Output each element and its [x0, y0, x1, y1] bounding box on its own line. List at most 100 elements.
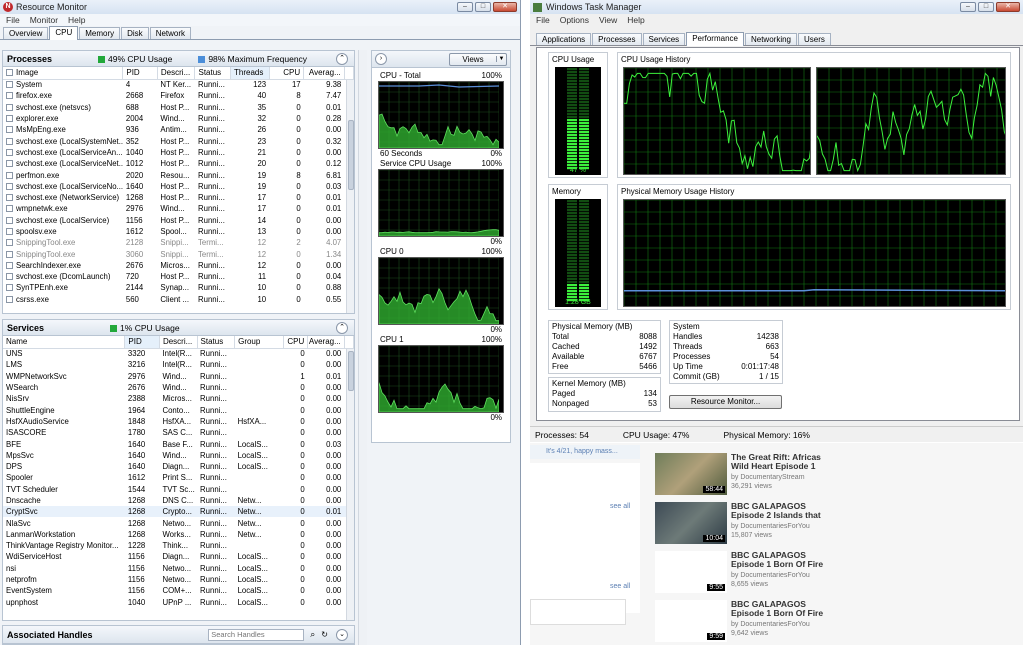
menu-view[interactable]: View: [599, 15, 617, 25]
table-row[interactable]: svchost.exe (LocalService) 1156 Host P... R…: [3, 215, 354, 226]
table-row[interactable]: explorer.exe 2004 Wind... Runni... 32 0 0.28: [3, 113, 354, 124]
table-row[interactable]: spoolsv.exe 1612 Spool... Runni... 13 0 0.00: [3, 226, 354, 237]
video-item[interactable]: 58:44 The Great Rift: Africas Wild Heart…: [655, 453, 825, 497]
table-row[interactable]: TVT Scheduler 1544 TVT Sc... Runni... 0 0.00: [3, 484, 354, 495]
close-button[interactable]: ✕: [996, 2, 1020, 12]
tab-performance[interactable]: Performance: [686, 32, 744, 46]
tab-cpu[interactable]: CPU: [49, 26, 79, 40]
tab-networking[interactable]: Networking: [744, 33, 797, 45]
checkbox[interactable]: [6, 92, 13, 100]
maximize-button[interactable]: □: [475, 2, 491, 12]
tab-memory[interactable]: Memory: [79, 27, 121, 39]
video-author[interactable]: by DocumentariesForYou: [731, 523, 810, 530]
video-author[interactable]: by DocumentaryStream: [731, 474, 805, 481]
table-row[interactable]: BFE 1640 Base F... Runni... LocalS... 0 0.03: [3, 438, 354, 449]
checkbox[interactable]: [6, 182, 13, 190]
col-cpu[interactable]: CPU: [283, 336, 309, 349]
table-row[interactable]: wmpnetwk.exe 2976 Wind... Runni... 17 0 0.01: [3, 203, 354, 214]
col-description[interactable]: Descri...: [157, 67, 196, 80]
video-author[interactable]: by DocumentariesForYou: [731, 621, 810, 628]
search-handles-input[interactable]: [208, 628, 305, 641]
video-author[interactable]: by DocumentariesForYou: [731, 572, 810, 579]
menu-file[interactable]: File: [6, 15, 20, 25]
checkbox[interactable]: [6, 137, 13, 145]
col-threads[interactable]: Threads: [230, 67, 270, 80]
minimize-button[interactable]: –: [960, 2, 976, 12]
table-row[interactable]: SearchIndexer.exe 2676 Micros... Runni... 12…: [3, 260, 354, 271]
video-title[interactable]: BBC GALAPAGOS Episode 2 Islands that: [731, 502, 831, 520]
table-row[interactable]: svchost.exe (LocalServiceNet... 1012 Host …: [3, 158, 354, 169]
video-title[interactable]: The Great Rift: Africas Wild Heart Episo…: [731, 453, 831, 471]
menu-help[interactable]: Help: [627, 15, 644, 25]
table-row[interactable]: ISASCORE 1780 SAS C... Runni... 0 0.00: [3, 427, 354, 438]
video-thumbnail[interactable]: 10:04: [655, 502, 727, 544]
checkbox[interactable]: [6, 81, 13, 89]
table-row[interactable]: SynTPEnh.exe 2144 Synap... Runni... 10 0 0.88: [3, 282, 354, 293]
table-row[interactable]: SnippingTool.exe 2128 Snippi... Termi... 12 2…: [3, 237, 354, 248]
close-button[interactable]: ✕: [493, 2, 517, 12]
checkbox[interactable]: [6, 103, 13, 111]
table-row[interactable]: svchost.exe (DcomLaunch) 720 Host P... Runn…: [3, 271, 354, 282]
checkbox[interactable]: [6, 194, 13, 202]
col-group[interactable]: Group: [234, 336, 284, 349]
views-button[interactable]: Views ▼: [449, 52, 507, 66]
checkbox[interactable]: [6, 284, 13, 292]
tab-overview[interactable]: Overview: [3, 27, 49, 39]
table-row[interactable]: UNS 3320 Intel(R... Runni... 0 0.00: [3, 348, 354, 359]
table-row[interactable]: ThinkVantage Registry Monitor... 1228 Thin…: [3, 540, 354, 551]
col-image[interactable]: Image: [3, 67, 124, 80]
menu-file[interactable]: File: [536, 15, 550, 25]
col-average-cpu[interactable]: Averag...: [307, 336, 345, 349]
table-row[interactable]: Dnscache 1268 DNS C... Runni... Netw... 0 0.00: [3, 495, 354, 506]
checkbox[interactable]: [6, 171, 13, 179]
processes-header[interactable]: Processes 49% CPU Usage 98% Maximum Freq…: [3, 51, 354, 67]
scroll-thumb[interactable]: [348, 120, 354, 190]
table-row[interactable]: nsi 1156 Netwo... Runni... LocalS... 0 0.00: [3, 563, 354, 574]
video-title[interactable]: BBC GALAPAGOS Episode 1 Born Of Fire: [731, 600, 831, 618]
table-row[interactable]: firefox.exe 2668 Firefox Runni... 40 8 7.47: [3, 90, 354, 101]
table-row[interactable]: WSearch 2676 Wind... Runni... 0 0.00: [3, 382, 354, 393]
search-icon[interactable]: ⌕: [310, 629, 315, 640]
table-row[interactable]: svchost.exe (LocalSystemNet... 352 Host P.…: [3, 135, 354, 146]
checkbox[interactable]: [6, 160, 13, 168]
table-row[interactable]: netprofm 1156 Netwo... Runni... LocalS... 0 0.…: [3, 574, 354, 585]
collapse-icon[interactable]: ⌃: [336, 321, 348, 334]
checkbox[interactable]: [6, 126, 13, 134]
table-row[interactable]: System 4 NT Ker... Runni... 123 17 9.38: [3, 79, 354, 90]
video-thumbnail[interactable]: 58:44: [655, 453, 727, 495]
col-status[interactable]: Status: [197, 336, 236, 349]
tab-users[interactable]: Users: [798, 33, 831, 45]
tab-services[interactable]: Services: [642, 33, 686, 45]
see-all-link[interactable]: see all: [610, 503, 630, 510]
table-row[interactable]: MsMpEng.exe 936 Antim... Runni... 26 0 0.00: [3, 124, 354, 135]
maximize-button[interactable]: □: [978, 2, 994, 12]
checkbox[interactable]: [6, 216, 13, 224]
tab-processes[interactable]: Processes: [592, 33, 642, 45]
table-row[interactable]: svchost.exe (NetworkService) 1268 Host P..…: [3, 192, 354, 203]
checkbox[interactable]: [6, 239, 13, 247]
video-title[interactable]: BBC GALAPAGOS Episode 1 Born Of Fire: [731, 551, 831, 569]
col-cpu[interactable]: CPU: [269, 67, 305, 80]
resource-monitor-button[interactable]: Resource Monitor...: [669, 395, 782, 409]
video-thumbnail[interactable]: 9:55: [655, 551, 727, 593]
col-average-cpu[interactable]: Averag...: [303, 67, 345, 80]
video-item[interactable]: 9:55 BBC GALAPAGOS Episode 1 Born Of Fir…: [655, 551, 825, 595]
checkbox[interactable]: [6, 295, 13, 303]
table-row[interactable]: NisSrv 2388 Micros... Runni... 0 0.00: [3, 393, 354, 404]
tab-applications[interactable]: Applications: [536, 33, 592, 45]
col-description[interactable]: Descri...: [159, 336, 198, 349]
tab-disk[interactable]: Disk: [121, 27, 149, 39]
table-row[interactable]: EventSystem 1156 COM+... Runni... LocalS... 0…: [3, 585, 354, 596]
video-item[interactable]: 9:59 BBC GALAPAGOS Episode 1 Born Of Fir…: [655, 600, 825, 644]
col-pid[interactable]: PID: [124, 336, 160, 349]
see-all-link[interactable]: see all: [610, 583, 630, 590]
checkbox[interactable]: [6, 261, 13, 269]
processes-scrollbar[interactable]: [346, 80, 354, 313]
tab-network[interactable]: Network: [149, 27, 192, 39]
expand-icon[interactable]: ⌄: [336, 628, 348, 641]
table-row[interactable]: svchost.exe (LocalServiceNo... 1640 Host P…: [3, 181, 354, 192]
table-row[interactable]: CryptSvc 1268 Crypto... Runni... Netw... 0 0.0…: [3, 506, 354, 518]
table-row[interactable]: NlaSvc 1268 Netwo... Runni... Netw... 0 0.00: [3, 517, 354, 528]
col-name[interactable]: Name: [3, 336, 126, 349]
right-scrollbar[interactable]: [358, 50, 367, 645]
